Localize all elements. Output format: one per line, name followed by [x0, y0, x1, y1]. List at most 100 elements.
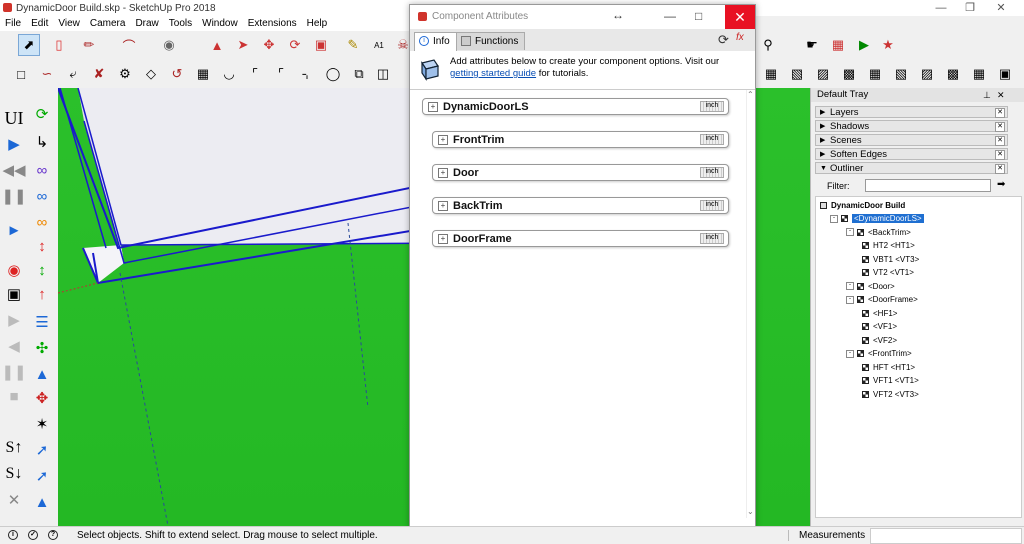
getting-started-link[interactable]: getting started guide — [450, 68, 536, 79]
panel-close-icon[interactable]: ✕ — [995, 164, 1005, 174]
pivot-tool-icon[interactable]: ✣ — [30, 336, 54, 360]
x-tool-icon[interactable]: ✕ — [2, 488, 26, 512]
binoculars-icon[interactable]: ⚲ — [757, 34, 779, 56]
menu-help[interactable]: Help — [302, 16, 333, 31]
measurements-box[interactable] — [870, 528, 1022, 544]
component-row[interactable]: + FrontTrim inch — [432, 131, 729, 148]
outliner-node[interactable]: VFT1 <VT1> — [862, 375, 919, 386]
hatch-tool-icon-2[interactable]: ▧ — [786, 63, 808, 85]
outliner-node[interactable]: - <BackTrim> — [846, 227, 911, 238]
dialog-title-bar[interactable]: Component Attributes ↔ — □ ✕ — [410, 5, 755, 29]
hatch-tool-icon-9[interactable]: ▦ — [968, 63, 990, 85]
outliner-root[interactable]: DynamicDoor Build — [820, 200, 905, 211]
filter-input[interactable] — [865, 179, 991, 192]
unit-toggle[interactable]: inch — [700, 134, 724, 145]
collapse-toggle-icon[interactable]: - — [830, 214, 838, 223]
outliner-node[interactable]: HT2 <HT1> — [862, 240, 915, 251]
connect-tool-icon[interactable]: ∞ — [30, 184, 54, 208]
extend-tool-icon[interactable]: ◯ — [322, 63, 344, 85]
outliner-node[interactable]: VT2 <VT1> — [862, 267, 914, 278]
geo-location-icon[interactable]: ✓ — [28, 530, 38, 540]
component-row[interactable]: + DoorFrame inch — [432, 230, 729, 247]
play-disabled-icon[interactable]: ▶ — [2, 308, 26, 332]
hatch-tool-icon-5[interactable]: ▦ — [864, 63, 886, 85]
rotate-tool-icon[interactable]: ⟳ — [284, 34, 306, 56]
dialog-maximize-icon[interactable]: □ — [695, 9, 702, 23]
gear-shape-icon[interactable]: ⚙ — [114, 63, 136, 85]
outliner-node[interactable]: <VF1> — [862, 321, 897, 332]
link-tool-icon[interactable]: ∞ — [30, 158, 54, 182]
close-icon[interactable]: ✕ — [978, 0, 1024, 16]
component-row[interactable]: + Door inch — [432, 164, 729, 181]
expand-icon[interactable]: + — [438, 135, 448, 145]
window-tool-icon[interactable]: ◫ — [372, 63, 394, 85]
panel-shadows[interactable]: ▶ Shadows ✕ — [815, 120, 1008, 132]
menu-tools[interactable]: Tools — [164, 16, 197, 31]
line-blue-tool-icon-2[interactable]: ➚ — [30, 464, 54, 488]
s-down-tool-icon[interactable]: S↓ — [2, 462, 26, 486]
polyline-tool-icon[interactable]: ⤶ — [62, 63, 84, 85]
component-row[interactable]: + BackTrim inch — [432, 197, 729, 214]
menu-view[interactable]: View — [53, 16, 85, 31]
record-icon[interactable]: ◉ — [2, 258, 26, 282]
play-tool-icon[interactable]: ▶ — [2, 132, 26, 156]
hatch-tool-icon-1[interactable]: ▦ — [760, 63, 782, 85]
stop-disabled-icon[interactable]: ■ — [2, 384, 26, 408]
pin-icon[interactable]: ⊥ — [983, 88, 991, 102]
unit-toggle[interactable]: inch — [700, 101, 724, 112]
weight-tool-icon[interactable]: ▲ — [30, 362, 54, 386]
box-tool-icon[interactable]: ▣ — [994, 63, 1016, 85]
hatch-tool-icon-6[interactable]: ▧ — [890, 63, 912, 85]
hatch-tool-icon-4[interactable]: ▩ — [838, 63, 860, 85]
unit-toggle[interactable]: inch — [700, 233, 724, 244]
freehand-tool-icon[interactable]: ∽ — [36, 63, 58, 85]
text-tool-icon[interactable]: A1 — [368, 34, 390, 56]
expand-icon[interactable]: + — [438, 234, 448, 244]
corner-tool-icon[interactable]: ⌜ — [270, 63, 292, 85]
extension-icon-3[interactable]: ▶ — [853, 34, 875, 56]
outliner-node[interactable]: <HF1> — [862, 308, 897, 319]
dialog-minimize-icon[interactable]: — — [664, 9, 676, 23]
menu-edit[interactable]: Edit — [26, 16, 53, 31]
outliner-node[interactable]: - <Door> — [846, 281, 895, 292]
collapse-toggle-icon[interactable]: - — [846, 282, 854, 291]
refresh-icon[interactable]: ⟳ — [718, 32, 729, 48]
hinge-tool-icon[interactable]: ∞ — [30, 210, 54, 234]
menu-window[interactable]: Window — [197, 16, 243, 31]
offset-tool-icon[interactable]: ✘ — [88, 63, 110, 85]
unit-toggle[interactable]: inch — [700, 167, 724, 178]
push-pull-tool-icon[interactable]: ▲ — [206, 34, 228, 56]
scroll-down-icon[interactable]: ⌄ — [747, 507, 754, 516]
panel-layers[interactable]: ▶ Layers ✕ — [815, 106, 1008, 118]
arrow-updown-green-icon[interactable]: ↕ — [30, 258, 54, 282]
chamfer-tool-icon[interactable]: ⌜ — [244, 63, 266, 85]
outliner-node[interactable]: VBT1 <VT3> — [862, 254, 919, 265]
line-blue-tool-icon[interactable]: ➚ — [30, 438, 54, 462]
extension-icon-4[interactable]: ★ — [877, 34, 899, 56]
expand-icon[interactable]: + — [428, 102, 438, 112]
expand-icon[interactable]: + — [438, 168, 448, 178]
outliner-node[interactable]: - <DynamicDoorLS> — [830, 213, 924, 224]
outliner-node[interactable]: <VF2> — [862, 335, 897, 346]
eraser-tool-icon[interactable]: ▯ — [48, 34, 70, 56]
rewind-tool-icon[interactable]: ◀◀ — [2, 158, 26, 182]
component-row[interactable]: + DynamicDoorLS inch — [422, 98, 729, 115]
tab-functions[interactable]: Functions — [456, 32, 526, 50]
panel-soften-edges[interactable]: ▶ Soften Edges ✕ — [815, 148, 1008, 160]
outliner-node[interactable]: VFT2 <VT3> — [862, 389, 919, 400]
tape-measure-icon[interactable]: ✎ — [342, 34, 364, 56]
extension-icon-1[interactable]: ☛ — [801, 34, 823, 56]
split-tool-icon[interactable]: ⧉ — [348, 63, 370, 85]
expand-icon[interactable]: + — [438, 201, 448, 211]
outliner-node[interactable]: HFT <HT1> — [862, 362, 915, 373]
surface-tool-icon[interactable]: ▲ — [30, 490, 54, 514]
rectangle-tool-icon[interactable]: □ — [10, 63, 32, 85]
hatch-tool-icon-8[interactable]: ▩ — [942, 63, 964, 85]
s-up-tool-icon[interactable]: S↑ — [2, 436, 26, 460]
arrow-updown-icon[interactable]: ↕ — [30, 234, 54, 258]
unit-toggle[interactable]: inch — [700, 200, 724, 211]
dialog-scrollbar[interactable]: ⌃ ⌄ — [746, 90, 755, 518]
servo-tool-icon[interactable]: ✥ — [30, 386, 54, 410]
hatch-tool-icon-3[interactable]: ▨ — [812, 63, 834, 85]
hatch-tool-icon-7[interactable]: ▨ — [916, 63, 938, 85]
